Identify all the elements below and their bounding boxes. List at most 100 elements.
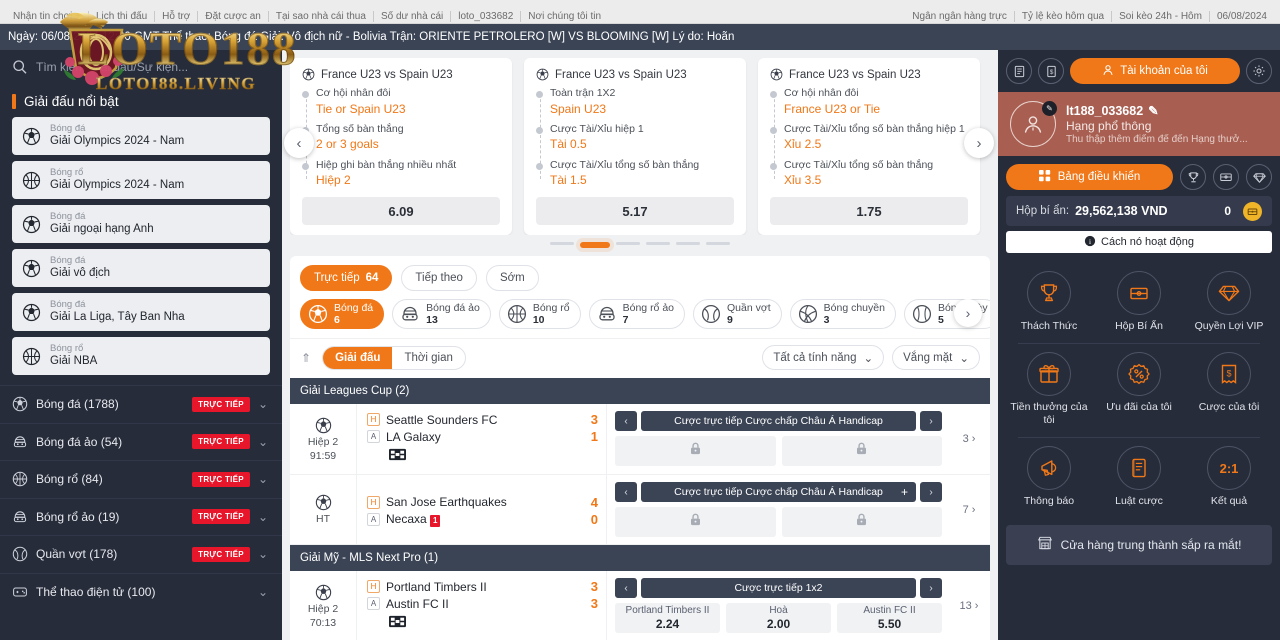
featured-league-item[interactable]: Bóng đá Giải Olympics 2024 - Nam (12, 117, 270, 155)
chevron-down-icon[interactable]: ⌄ (258, 435, 268, 449)
bookmark-item[interactable]: Tỷ lệ kèo hôm qua (1015, 11, 1112, 22)
quick-action-item[interactable]: Quyền Lợi VIP (1184, 263, 1274, 343)
bookmark-item[interactable]: Lịch thi đấu (89, 11, 155, 22)
quick-action-item[interactable]: Luật cược (1094, 438, 1184, 518)
chevron-down-icon[interactable]: ⌄ (258, 547, 268, 561)
chevron-down-icon[interactable]: ⌄ (258, 397, 268, 411)
odds-cell[interactable] (615, 507, 776, 537)
bookmark-item[interactable]: 06/08/2024 (1210, 11, 1274, 22)
featured-league-item[interactable]: Bóng rổ Giải Olympics 2024 - Nam (12, 161, 270, 199)
quick-action-item[interactable]: Thách Thức (1004, 263, 1094, 343)
sport-nav-item[interactable]: Bóng rổ ảo (19) TRỰC TIẾP ⌄ (0, 498, 282, 536)
carousel-dot[interactable] (616, 242, 640, 245)
edit-avatar-icon[interactable]: ✎ (1042, 101, 1057, 116)
league-header[interactable]: Giải Mỹ - MLS Next Pro (1) (290, 545, 990, 571)
sport-tab[interactable]: Bóng rổ ảo 7 (589, 299, 685, 329)
more-markets-button[interactable]: 7 › (948, 475, 990, 544)
promo-total-odds[interactable]: 5.17 (536, 197, 734, 225)
market-prev-button[interactable]: ‹ (615, 578, 637, 598)
chevron-down-icon[interactable]: ⌄ (258, 510, 268, 524)
bookmark-item[interactable]: Nơi chúng tôi tin (521, 11, 608, 22)
status-tab[interactable]: Trực tiếp64 (300, 265, 392, 291)
market-prev-button[interactable]: ‹ (615, 482, 637, 502)
stream-icon[interactable] (389, 446, 406, 468)
bookmark-item[interactable]: Soi kèo 24h - Hôm (1112, 11, 1210, 22)
bookmark-item[interactable]: Đặt cược an (198, 11, 269, 22)
promo-total-odds[interactable]: 1.75 (770, 197, 968, 225)
how-it-works-button[interactable]: i Cách nó hoạt động (1006, 231, 1272, 253)
quick-action-item[interactable]: Hộp Bí Ẩn (1094, 263, 1184, 343)
odds-cell[interactable] (782, 436, 943, 466)
market-title[interactable]: Cược trực tiếp 1x2 (641, 578, 916, 598)
quick-action-item[interactable]: Ưu đãi của tôi (1094, 344, 1184, 437)
status-tab[interactable]: Tiếp theo (401, 265, 477, 291)
diamond-icon[interactable] (1246, 164, 1272, 190)
match-row[interactable]: Hiệp 2 91:59 H Seattle Sounders FC 3 A L… (290, 404, 990, 475)
mystery-box-balance[interactable]: Hộp bí ẩn: 29,562,138 VND 0 (1006, 196, 1272, 226)
match-row[interactable]: HT H San Jose Earthquakes 4 A Necaxa 1 0 (290, 475, 990, 545)
carousel-dot[interactable] (550, 242, 574, 245)
quick-action-item[interactable]: Thông báo (1004, 438, 1094, 518)
odds-cell[interactable]: Austin FC II 5.50 (837, 603, 942, 633)
quick-action-item[interactable]: Tiền thưởng của tôi (1004, 344, 1094, 437)
chevron-double-up-icon[interactable]: ⇑ (298, 351, 314, 365)
bookmark-item[interactable]: Số dư nhà cái (374, 11, 451, 22)
featured-league-item[interactable]: Bóng đá Giải ngoại hạng Anh (12, 205, 270, 243)
edit-pencil-icon[interactable]: ✎ (1148, 103, 1158, 118)
stream-row[interactable] (367, 446, 598, 468)
carousel-pagination[interactable] (290, 235, 990, 251)
sport-nav-item[interactable]: Bóng đá ảo (54) TRỰC TIẾP ⌄ (0, 423, 282, 461)
more-markets-button[interactable]: 13 › (948, 571, 990, 640)
carousel-dot[interactable] (706, 242, 730, 245)
sport-nav-item[interactable]: Bóng đá (1788) TRỰC TIẾP ⌄ (0, 385, 282, 423)
chevron-down-icon[interactable]: ⌄ (258, 472, 268, 486)
sport-tab[interactable]: Bóng đá 6 (300, 299, 384, 329)
sport-tab[interactable]: Quần vợt 9 (693, 299, 782, 329)
sport-tab[interactable]: Bóng đá ảo 13 (392, 299, 491, 329)
odds-cell[interactable] (615, 436, 776, 466)
carousel-dot[interactable] (580, 242, 610, 248)
search-bar[interactable]: Tìm kiếm Giải đấu/Sự kiện... (0, 50, 282, 84)
carousel-dot[interactable] (676, 242, 700, 245)
carousel-next-button[interactable]: › (964, 128, 994, 158)
stream-row[interactable] (367, 613, 598, 635)
bookmark-item[interactable]: Nhận tin chơi + (6, 11, 89, 22)
loyalty-shop-banner[interactable]: Cửa hàng trung thành sắp ra mắt! (1006, 525, 1272, 565)
sport-nav-item[interactable]: Bóng rổ (84) TRỰC TIẾP ⌄ (0, 460, 282, 498)
promo-card[interactable]: France U23 vs Spain U23 Cơ hội nhân đôi … (758, 58, 980, 235)
cashier-icon[interactable]: $ (1038, 58, 1064, 84)
promo-total-odds[interactable]: 6.09 (302, 197, 500, 225)
filter-segment[interactable]: Giải đấu (323, 347, 392, 369)
bookmark-item[interactable]: Hỗ trợ (155, 11, 198, 22)
more-markets-button[interactable]: 3 › (948, 404, 990, 474)
carousel-prev-button[interactable]: ‹ (284, 128, 314, 158)
odds-cell[interactable]: Portland Timbers II 2.24 (615, 603, 720, 633)
odds-cell[interactable] (782, 507, 943, 537)
filter-segment[interactable]: Thời gian (392, 347, 464, 369)
stream-icon[interactable] (389, 613, 406, 635)
status-tab[interactable]: Sớm (486, 265, 539, 291)
featured-league-item[interactable]: Bóng rổ Giải NBA (12, 337, 270, 375)
mystery-box-icon[interactable] (1213, 164, 1239, 190)
gear-icon[interactable] (1246, 58, 1272, 84)
profile-card[interactable]: ✎ lt188_033682 ✎ Hạng phổ thông Thu thập… (998, 92, 1280, 156)
featured-league-item[interactable]: Bóng đá Giải La Liga, Tây Ban Nha (12, 293, 270, 331)
statement-icon[interactable] (1006, 58, 1032, 84)
bookmark-item[interactable]: Tại sao nhà cái thua (269, 11, 374, 22)
featured-league-item[interactable]: Bóng đá Giải vô địch (12, 249, 270, 287)
dropdown-absent[interactable]: Vắng mặt ⌄ (892, 345, 980, 370)
quick-action-item[interactable]: $ Cược của tôi (1184, 344, 1274, 437)
trophy-icon[interactable] (1180, 164, 1206, 190)
market-title[interactable]: Cược trực tiếp Cược chấp Châu Á Handicap… (641, 482, 916, 502)
market-next-button[interactable]: › (920, 411, 942, 431)
sport-nav-item[interactable]: Thể thao điện tử (100) ⌄ (0, 573, 282, 611)
market-next-button[interactable]: › (920, 578, 942, 598)
sport-nav-item[interactable]: Quần vợt (178) TRỰC TIẾP ⌄ (0, 535, 282, 573)
grouping-segmented-control[interactable]: Giải đấuThời gian (322, 346, 466, 370)
bookmark-item[interactable]: Ngân ngân hàng trực (905, 11, 1015, 22)
market-add-icon[interactable]: + (901, 485, 908, 499)
league-header[interactable]: Giải Leagues Cup (2) (290, 378, 990, 404)
match-row[interactable]: Hiệp 2 70:13 H Portland Timbers II 3 A A… (290, 571, 990, 640)
quick-action-item[interactable]: 2:1 Kết quả (1184, 438, 1274, 518)
sport-tab[interactable]: Bóng chuyền 3 (790, 299, 896, 329)
